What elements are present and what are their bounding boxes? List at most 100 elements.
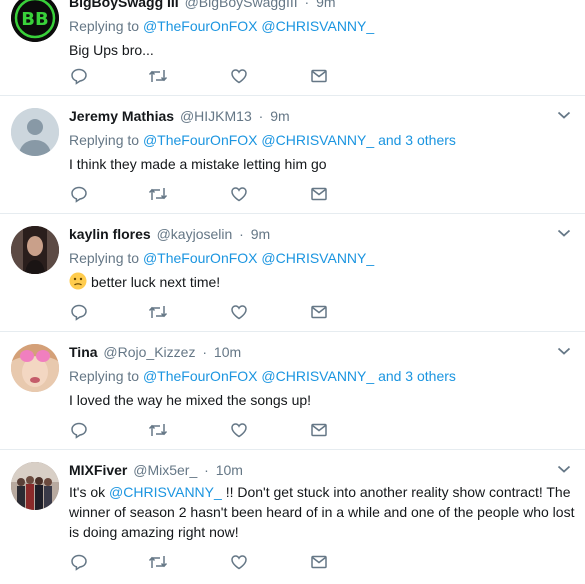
message-icon [311,423,327,437]
handle[interactable]: @BigBoySwaggIII [185,0,298,10]
replying-to: Replying to @TheFourOnFOX @CHRISVANNY_ [69,248,575,268]
tweet[interactable]: Tina @Rojo_Kizzez · 10m Replying to @The… [0,332,585,450]
retweet-icon [148,424,168,436]
tweet-actions [69,420,369,440]
handle[interactable]: @Rojo_Kizzez [103,344,195,360]
message-icon [311,555,327,569]
display-name[interactable]: kaylin flores [69,226,151,242]
display-name[interactable]: Jeremy Mathias [69,108,174,124]
default-avatar-icon [11,108,59,156]
retweet-icon [148,70,168,82]
separator-dot: · [304,0,310,10]
avatar[interactable] [11,226,59,274]
reply-button[interactable] [69,184,89,204]
retweet-icon [148,306,168,318]
message-button[interactable] [309,184,329,204]
mention-link[interactable]: @CHRISVANNY_ [261,18,374,34]
like-button[interactable] [229,302,249,322]
avatar[interactable]: BB [11,0,59,42]
profile-photo-icon [11,344,59,392]
retweet-button[interactable] [148,184,168,204]
tweet[interactable]: Jeremy Mathias @HIJKM13 · 9m Replying to… [0,96,585,214]
mention-link[interactable]: @CHRISVANNY_ [261,132,374,148]
replying-to: Replying to @TheFourOnFOX @CHRISVANNY_ a… [69,130,575,150]
like-button[interactable] [229,420,249,440]
message-icon [311,305,327,319]
chevron-down-icon[interactable] [557,464,571,474]
tweet-header: Jeremy Mathias @HIJKM13 · 9m [69,106,575,126]
profile-photo-icon [11,226,59,274]
separator-dot: · [258,108,264,124]
reply-button[interactable] [69,420,89,440]
others-link[interactable]: and 3 others [378,368,456,384]
like-button[interactable] [229,184,249,204]
message-icon [311,69,327,83]
mention-link[interactable]: @CHRISVANNY_ [261,250,374,266]
handle[interactable]: @HIJKM13 [180,108,252,124]
group-photo-icon [11,462,59,510]
reply-button[interactable] [69,302,89,322]
display-name[interactable]: Tina [69,344,98,360]
mention-link[interactable]: @TheFourOnFOX [143,18,258,34]
tweet-actions [69,302,369,322]
retweet-button[interactable] [148,552,168,572]
mention-link[interactable]: @TheFourOnFOX [143,250,258,266]
message-button[interactable] [309,552,329,572]
chevron-down-icon[interactable] [557,110,571,120]
mention-link[interactable]: @TheFourOnFOX [143,132,258,148]
reply-icon [71,186,87,203]
retweet-button[interactable] [148,420,168,440]
reply-icon [71,554,87,571]
display-name[interactable]: MIXFiver [69,462,127,478]
chevron-down-icon[interactable] [557,346,571,356]
tweet-text: Big Ups bro... [69,42,154,58]
tweet-actions [69,552,369,572]
reply-icon [71,422,87,439]
retweet-button[interactable] [148,66,168,86]
tweet[interactable]: kaylin flores @kayjoselin · 9m Replying … [0,214,585,332]
tweet-header: kaylin flores @kayjoselin · 9m [69,224,575,244]
handle[interactable]: @kayjoselin [157,226,233,242]
bb-logo-icon: BB [11,0,59,42]
message-icon [311,187,327,201]
avatar[interactable] [11,344,59,392]
separator-dot: · [202,344,208,360]
retweet-icon [148,556,168,568]
timestamp[interactable]: 9m [270,108,289,124]
tweet-header: MIXFiver @Mix5er_ · 10m [69,460,575,480]
message-button[interactable] [309,66,329,86]
tweet[interactable]: BB BigBoySwagg III @BigBoySwaggIII · 9m … [0,0,585,96]
message-button[interactable] [309,302,329,322]
tweet[interactable]: MIXFiver @Mix5er_ · 10m It's ok @CHRISVA… [0,450,585,584]
retweet-button[interactable] [148,302,168,322]
timestamp[interactable]: 9m [316,0,335,10]
mention-link[interactable]: @CHRISVANNY_ [261,368,374,384]
display-name[interactable]: BigBoySwagg III [69,0,179,10]
replying-label: Replying to [69,250,140,266]
retweet-icon [148,188,168,200]
separator-dot: · [239,226,244,242]
tweet-text: It's ok @CHRISVANNY_ !! Don't get stuck … [69,482,575,542]
reply-button[interactable] [69,66,89,86]
timestamp[interactable]: 9m [251,226,270,242]
mention-link[interactable]: @CHRISVANNY_ [109,484,222,500]
tweet-actions [69,66,369,86]
like-icon [231,69,247,84]
timestamp[interactable]: 10m [214,344,241,360]
timestamp[interactable]: 10m [216,462,243,478]
chevron-down-icon[interactable] [557,228,571,238]
avatar[interactable] [11,462,59,510]
tweet-header: BigBoySwagg III @BigBoySwaggIII · 9m [69,0,575,12]
like-button[interactable] [229,552,249,572]
handle[interactable]: @Mix5er_ [133,462,197,478]
others-link[interactable]: and 3 others [378,132,456,148]
replying-to: Replying to @TheFourOnFOX @CHRISVANNY_ a… [69,366,575,386]
tweet-actions [69,184,369,204]
reply-button[interactable] [69,552,89,572]
mention-link[interactable]: @TheFourOnFOX [143,368,258,384]
avatar[interactable] [11,108,59,156]
like-button[interactable] [229,66,249,86]
like-icon [231,305,247,320]
tweet-header: Tina @Rojo_Kizzez · 10m [69,342,575,362]
message-button[interactable] [309,420,329,440]
